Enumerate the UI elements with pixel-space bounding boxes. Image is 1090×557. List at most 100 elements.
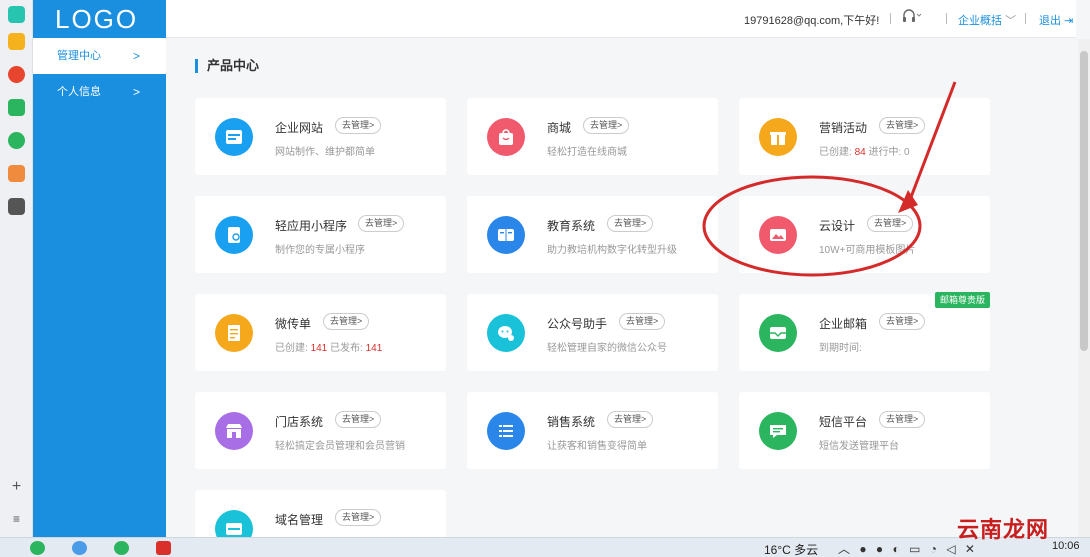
product-card-marketing[interactable]: 营销活动 去管理> 已创建: 84 进行中: 0: [739, 98, 990, 175]
card-title: 轻应用小程序: [275, 219, 348, 233]
add-icon[interactable]: +: [0, 478, 33, 496]
product-card-education[interactable]: 教育系统 去管理> 助力教培机构数字化转型升级: [467, 196, 718, 273]
card-description: 10W+可商用模板图片: [819, 245, 916, 256]
manage-button[interactable]: 去管理>: [619, 313, 666, 330]
product-card-miniapp[interactable]: 轻应用小程序 去管理> 制作您的专属小程序: [195, 196, 446, 273]
product-card-sms[interactable]: 短信平台 去管理> 短信发送管理平台: [739, 392, 990, 469]
card-description: 到期时间:: [819, 343, 862, 354]
gift-icon: [759, 118, 797, 156]
watermark: 云南龙网: [957, 517, 1050, 542]
dock-app-icon[interactable]: [8, 6, 25, 23]
sms-icon: [759, 412, 797, 450]
created-count: 141: [310, 343, 328, 354]
manage-button[interactable]: 去管理>: [323, 313, 370, 330]
top-header: 19791628@qq.com,下午好! 企业概括 ﹀ 退出 ⇥: [166, 0, 1076, 38]
mail-icon: [759, 314, 797, 352]
logout-label: 退出: [1039, 15, 1061, 27]
manage-button[interactable]: 去管理>: [879, 117, 926, 134]
mailbox-premium-badge: 邮箱尊贵版: [934, 292, 990, 308]
created-label: 已创建:: [819, 147, 855, 158]
product-card-website[interactable]: 企业网站 去管理> 网站制作、维护都简单: [195, 98, 446, 175]
overview-label: 企业概括: [958, 15, 1002, 27]
product-card-store[interactable]: 门店系统 去管理> 轻松搞定会员管理和会员营销: [195, 392, 446, 469]
created-label: 已创建:: [275, 343, 311, 354]
browser-icon[interactable]: [30, 541, 45, 555]
card-title: 域名管理: [275, 513, 324, 527]
book-icon: [487, 216, 525, 254]
manage-button[interactable]: 去管理>: [335, 509, 382, 526]
shop-bag-icon: [487, 118, 525, 156]
main-content: 产品中心 企业网站 去管理> 网站制作、维护都简单 商城 去管理> 轻松打造在线…: [166, 39, 1076, 537]
product-card-wechat-assistant[interactable]: 公众号助手 去管理> 轻松管理自家的微信公众号: [467, 294, 718, 371]
card-title: 商城: [547, 121, 572, 135]
chevron-right-icon: >: [132, 49, 140, 63]
app-dock: + ≡: [0, 0, 33, 537]
manage-button[interactable]: 去管理>: [879, 411, 926, 428]
card-description: 轻松管理自家的微信公众号: [547, 343, 667, 354]
taskbar: 16°C 多云 ︿ ● ● ◐ ▭ ◔ ◁ ✕ 10:06: [0, 537, 1090, 557]
dock-weibo-icon[interactable]: [8, 66, 25, 83]
logout-icon: ⇥: [1064, 15, 1074, 27]
clock[interactable]: 10:06: [1052, 540, 1080, 552]
overview-menu[interactable]: 企业概括 ﹀: [958, 12, 1016, 28]
sidebar-item-personal-info[interactable]: 个人信息 >: [33, 74, 166, 110]
manage-button[interactable]: 去管理>: [879, 313, 926, 330]
product-card-domain[interactable]: 域名管理 去管理>: [195, 490, 446, 537]
card-description: 助力教培机构数字化转型升级: [547, 245, 677, 256]
wechat-icon: [487, 314, 525, 352]
divider: [946, 13, 947, 24]
vertical-scrollbar[interactable]: [1078, 39, 1090, 537]
chevron-down-icon: ﹀: [1005, 15, 1017, 27]
manage-button[interactable]: 去管理>: [867, 215, 914, 232]
dock-link-icon[interactable]: [8, 132, 25, 149]
manage-button[interactable]: 去管理>: [583, 117, 630, 134]
card-title: 短信平台: [819, 415, 868, 429]
manage-button[interactable]: 去管理>: [358, 215, 405, 232]
product-card-enterprise-mail[interactable]: 邮箱尊贵版 企业邮箱 去管理> 到期时间:: [739, 292, 990, 371]
manage-button[interactable]: 去管理>: [607, 215, 654, 232]
dock-star-icon[interactable]: [8, 33, 25, 50]
dock-game-icon[interactable]: [8, 165, 25, 182]
product-card-sales[interactable]: 销售系统 去管理> 让获客和销售变得简单: [467, 392, 718, 469]
wps-icon[interactable]: [156, 541, 171, 555]
list-icon: [487, 412, 525, 450]
dock-panda-icon[interactable]: [8, 198, 25, 215]
card-title: 云设计: [819, 219, 856, 233]
card-title: 微传单: [275, 317, 312, 331]
card-title: 教育系统: [547, 219, 596, 233]
domain-icon: [215, 510, 253, 537]
card-stats: 已创建: 84 进行中: 0: [819, 143, 910, 158]
desktop-screen: + ≡ LOGO 管理中心 > 个人信息 > 19791628@qq.com,下…: [0, 0, 1090, 557]
app-icon[interactable]: [72, 541, 87, 555]
scrollbar-thumb[interactable]: [1080, 51, 1088, 351]
manage-button[interactable]: 去管理>: [335, 117, 382, 134]
logout-link[interactable]: 退出 ⇥: [1039, 12, 1073, 28]
weather-widget[interactable]: 16°C 多云: [764, 541, 818, 557]
dock-mail-icon[interactable]: [8, 99, 25, 116]
divider: [890, 13, 891, 24]
card-title: 企业邮箱: [819, 317, 868, 331]
published-count: 141: [365, 343, 383, 354]
wechat-app-icon[interactable]: [114, 541, 129, 555]
product-card-shop[interactable]: 商城 去管理> 轻松打造在线商城: [467, 98, 718, 175]
user-greeting: 19791628@qq.com,下午好!: [744, 15, 880, 27]
logo: LOGO: [33, 0, 166, 38]
store-icon: [215, 412, 253, 450]
headset-icon[interactable]: [902, 9, 922, 26]
sidebar-item-label: 管理中心: [57, 50, 101, 62]
product-card-flyer[interactable]: 微传单 去管理> 已创建: 141 已发布: 141: [195, 294, 446, 371]
card-description: 网站制作、维护都简单: [275, 147, 375, 158]
card-description: 轻松打造在线商城: [547, 147, 627, 158]
section-title: 产品中心: [195, 59, 259, 73]
manage-button[interactable]: 去管理>: [335, 411, 382, 428]
sidebar-item-label: 个人信息: [57, 86, 101, 98]
miniapp-icon: [215, 216, 253, 254]
product-card-cloud-design[interactable]: 云设计 去管理> 10W+可商用模板图片: [739, 196, 990, 273]
card-title: 营销活动: [819, 121, 868, 135]
sidebar-item-management-center[interactable]: 管理中心 >: [33, 38, 166, 74]
card-stats: 已创建: 141 已发布: 141: [275, 339, 382, 354]
card-description: 轻松搞定会员管理和会员营销: [275, 441, 405, 452]
manage-button[interactable]: 去管理>: [607, 411, 654, 428]
menu-icon[interactable]: ≡: [0, 512, 33, 526]
website-icon: [215, 118, 253, 156]
